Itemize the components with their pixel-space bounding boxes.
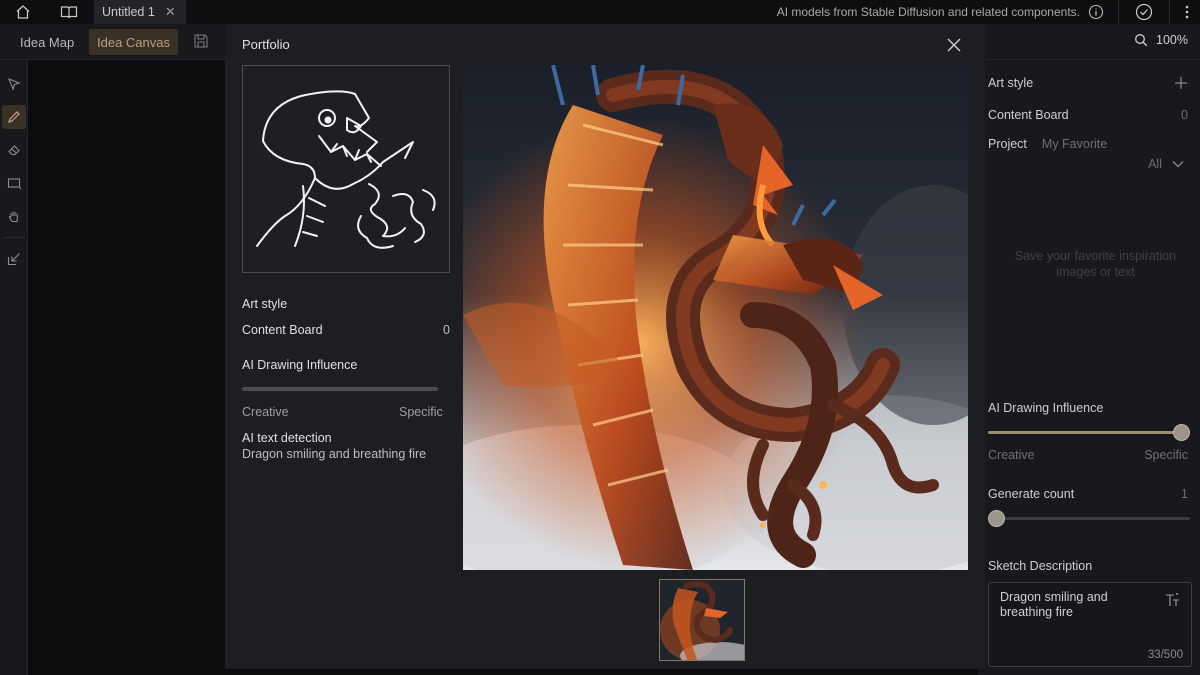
eraser-icon [8,145,20,156]
modal-content-board-label: Content Board [242,323,323,337]
art-style-row: Art style [988,76,1188,90]
generate-count-value: 1 [1181,487,1188,501]
hand-icon [8,211,19,223]
more-vertical-icon[interactable] [1180,3,1194,21]
influence-scale: Creative Specific [988,448,1188,462]
tool-rail [0,60,28,675]
chevron-down-icon [1172,161,1184,168]
plus-icon[interactable] [1174,76,1188,90]
document-tab[interactable]: Untitled 1 ✕ [94,0,186,24]
zoom-level: 100% [1156,33,1188,47]
document-tab-title: Untitled 1 [102,5,155,19]
content-board-row[interactable]: Content Board 0 [988,108,1188,122]
generate-count-thumb[interactable] [988,510,1005,527]
import-tool[interactable] [2,247,26,271]
check-circle-icon[interactable] [1135,3,1153,21]
sketch-description-text: Dragon smiling and breathing fire [1000,590,1108,619]
book-icon [60,6,78,19]
modal-text-detect-label: AI text detection [242,431,332,445]
empty-hint: Save your favorite inspiration images or… [1014,249,1177,279]
creative-label: Creative [988,448,1035,462]
generate-count-row: Generate count 1 [988,487,1188,501]
influence-slider[interactable] [988,424,1190,441]
sketch-preview [242,65,450,273]
divider [1118,1,1119,23]
sketch-desc-row: Sketch Description [988,559,1188,573]
divider [1169,1,1170,23]
pencil-tool[interactable] [2,105,26,129]
eraser-tool[interactable] [2,138,26,162]
select-tool[interactable] [2,72,26,96]
art-style-label: Art style [988,76,1034,90]
modal-influence-label: AI Drawing Influence [242,358,358,372]
influence-label: AI Drawing Influence [988,401,1104,415]
content-board-label: Content Board [988,108,1069,122]
search-icon [1135,34,1148,47]
tab-idea-canvas[interactable]: Idea Canvas [89,29,178,55]
thumbnail-artwork [660,580,744,660]
modal-creative-label: Creative [242,405,289,419]
pan-tool[interactable] [2,204,26,228]
modal-title: Portfolio [242,37,290,52]
modal-art-style-label: Art style [242,297,288,311]
portfolio-modal: Portfolio Art style Content Board 0 AI D… [225,24,985,669]
shape-tool[interactable] [2,171,26,195]
close-icon[interactable] [945,36,963,54]
home-icon [16,5,30,19]
pencil-icon [8,111,20,123]
tab-idea-map[interactable]: Idea Map [12,29,82,55]
info-icon[interactable] [1088,4,1104,20]
project-row: Project My Favorite [988,137,1188,151]
home-button[interactable] [0,0,46,24]
import-icon [7,253,20,266]
result-thumbnail[interactable] [659,579,745,661]
influence-label-row: AI Drawing Influence [988,401,1188,415]
filter-dropdown[interactable]: All [988,157,1184,171]
generate-count-label: Generate count [988,487,1075,501]
filter-value: All [1148,157,1162,171]
title-bar: Untitled 1 ✕ AI models from Stable Diffu… [0,0,1200,24]
rectangle-icon [7,178,21,189]
modal-influence-bar [242,387,438,391]
modal-text-detect-value: Dragon smiling and breathing fire [242,447,427,461]
zoom-control[interactable]: 100% [1134,33,1188,47]
ai-models-notice: AI models from Stable Diffusion and rela… [776,5,1080,19]
divider [3,237,25,238]
modal-content-board-count: 0 [443,323,450,337]
right-panel: Art style Content Board 0 Project My Fav… [978,60,1200,675]
cursor-icon [8,78,21,91]
dragon-artwork [463,65,968,570]
content-board-count: 0 [1181,108,1188,122]
char-count: 33/500 [1147,649,1183,661]
specific-label: Specific [1144,448,1188,462]
influence-slider-fill [988,431,1190,434]
save-icon[interactable] [193,33,209,49]
generated-dragon-image [463,65,968,570]
sketch-desc-label: Sketch Description [988,559,1093,573]
library-button[interactable] [46,0,92,24]
modal-specific-label: Specific [399,405,443,419]
close-tab-icon[interactable]: ✕ [165,4,176,20]
project-label: Project [988,137,1027,151]
dragon-sketch-image [256,90,436,249]
generate-count-slider[interactable] [988,510,1190,527]
project-value[interactable]: My Favorite [1042,137,1107,151]
sketch-description-input[interactable]: Dragon smiling and breathing fire 33/500 [988,582,1192,667]
influence-slider-thumb[interactable] [1173,424,1190,441]
text-style-icon[interactable] [1163,591,1183,609]
